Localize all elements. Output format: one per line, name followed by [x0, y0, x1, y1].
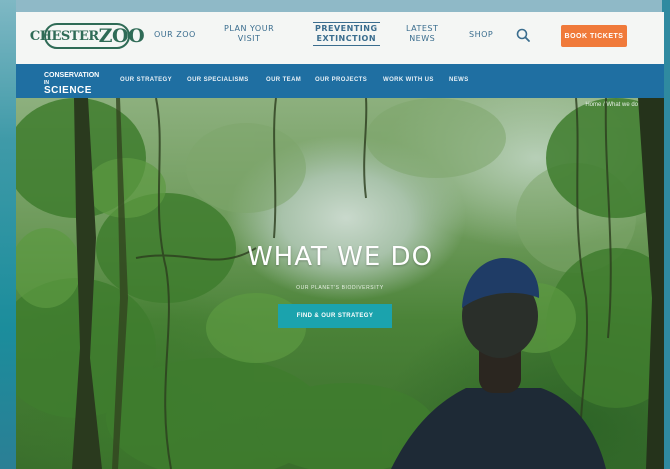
conservation-science-nav: CONSERVATION IN SCIENCE OUR STRATEGY OUR… — [16, 64, 664, 98]
nav-label: PLAN YOUR — [224, 24, 275, 33]
subnav-our-team[interactable]: OUR TEAM — [266, 77, 301, 83]
hero-subtitle: OUR PLANET'S BIODIVERSITY — [296, 285, 384, 291]
photo-backdrop-left — [0, 0, 16, 469]
book-tickets-button[interactable]: BOOK TICKETS — [561, 25, 627, 47]
nav-plan-your-visit[interactable]: PLAN YOUR VISIT — [224, 24, 274, 44]
hero-cta-button[interactable]: FIND & OUR STRATEGY — [278, 304, 392, 328]
logo-text-chester: CHESTER — [29, 28, 99, 44]
nav-label: LATEST — [406, 24, 439, 33]
brand-top: CONSERVATION — [44, 72, 100, 79]
conservation-science-logo[interactable]: CONSERVATION IN SCIENCE — [44, 71, 100, 96]
brand-bottom: SCIENCE — [44, 85, 92, 96]
site-header: CHESTER ZOO OUR ZOO PLAN YOUR VISIT PREVE… — [16, 12, 664, 64]
breadcrumb[interactable]: Home / What we do — [585, 102, 638, 108]
nav-latest-news[interactable]: LATEST NEWS — [406, 24, 438, 44]
nav-label: PREVENTING — [315, 24, 378, 33]
subnav-news[interactable]: NEWS — [449, 77, 469, 83]
nav-label-line2: EXTINCTION — [316, 34, 377, 43]
subnav-our-specialisms[interactable]: OUR SPECIALISMS — [187, 77, 249, 83]
nav-preventing-extinction[interactable]: PREVENTING EXTINCTION — [313, 22, 380, 46]
subnav-our-projects[interactable]: OUR PROJECTS — [315, 77, 367, 83]
jungle-hero-image — [16, 98, 664, 469]
hero-banner: Home / What we do WHAT WE DO OUR PLANET'… — [16, 98, 664, 469]
hero-title: WHAT WE DO — [246, 242, 434, 272]
nav-label: OUR ZOO — [154, 30, 196, 39]
subnav-work-with-us[interactable]: WORK WITH US — [383, 77, 434, 83]
nav-shop[interactable]: SHOP — [469, 30, 493, 40]
website-screen: CHESTER ZOO OUR ZOO PLAN YOUR VISIT PREVE… — [16, 12, 664, 469]
logo-text-zoo: ZOO — [98, 25, 145, 47]
search-icon[interactable] — [515, 27, 531, 43]
subnav-our-strategy[interactable]: OUR STRATEGY — [120, 77, 172, 83]
nav-label-line2: NEWS — [409, 34, 436, 43]
chester-zoo-logo[interactable]: CHESTER ZOO — [30, 23, 145, 49]
nav-label-line2: VISIT — [237, 34, 261, 43]
nav-label: SHOP — [469, 30, 494, 39]
photo-backdrop-top — [0, 0, 670, 12]
nav-our-zoo[interactable]: OUR ZOO — [154, 30, 196, 40]
